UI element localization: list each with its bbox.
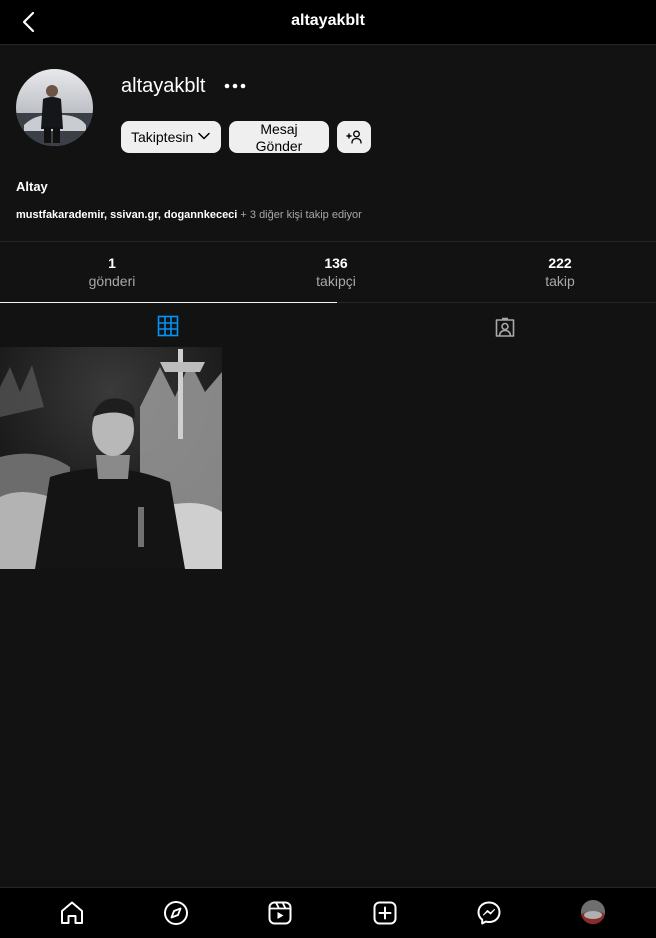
profile-avatar[interactable]: [16, 69, 93, 146]
nav-home-button[interactable]: [58, 899, 86, 927]
new-post-icon: [373, 901, 397, 925]
nav-new-post-button[interactable]: [371, 899, 399, 927]
tab-tagged[interactable]: [337, 303, 656, 347]
profile-avatar-icon: [581, 900, 605, 924]
followed-by-user[interactable]: ssivan.gr: [110, 209, 158, 221]
messenger-icon: [477, 901, 501, 925]
send-message-label-line2: Gönder: [255, 138, 303, 154]
nav-profile-avatar[interactable]: [581, 900, 605, 924]
suggest-users-button[interactable]: [337, 121, 371, 153]
post-thumbnail[interactable]: [0, 347, 222, 569]
following-button-label: Takiptesin: [131, 129, 194, 145]
bottom-nav-bar: [0, 887, 656, 938]
explore-icon: [164, 901, 188, 925]
send-message-label-line1: Mesaj: [260, 121, 298, 137]
nav-explore-button[interactable]: [162, 899, 190, 927]
stat-posts-label: gönderi: [88, 273, 136, 289]
divider: [0, 241, 656, 242]
post-photo: [0, 347, 222, 569]
send-message-button[interactable]: Mesaj Gönder: [229, 121, 329, 154]
top-bar: altayakblt: [0, 0, 656, 45]
profile-username: altayakblt: [121, 75, 206, 97]
grid-icon: [157, 315, 179, 337]
more-dots-icon: [224, 83, 246, 89]
nav-messenger-button[interactable]: [475, 899, 503, 927]
stat-followers-label: takipçi: [316, 273, 356, 289]
stat-following-value: 222: [548, 255, 572, 271]
nav-reels-button[interactable]: [266, 899, 294, 927]
following-button[interactable]: Takiptesin: [121, 121, 221, 153]
tab-posts[interactable]: [0, 303, 337, 347]
stat-posts-value: 1: [108, 255, 116, 271]
stat-following[interactable]: 222 takip: [451, 255, 656, 291]
add-user-icon: [346, 130, 362, 144]
stat-followers[interactable]: 136 takipçi: [227, 255, 445, 291]
stat-following-label: takip: [545, 273, 575, 289]
stat-posts: 1 gönderi: [3, 255, 221, 291]
reels-icon: [268, 901, 292, 925]
followed-by-user[interactable]: dogannkececi: [164, 209, 237, 221]
home-icon: [61, 901, 83, 924]
chevron-down-icon: [198, 132, 210, 140]
more-options-button[interactable]: [222, 76, 248, 96]
followed-by-user[interactable]: mustfakarademir: [16, 209, 104, 221]
profile-full-name: Altay: [16, 179, 48, 194]
tagged-icon: [495, 317, 515, 337]
followed-by-more: + 3 diğer kişi takip ediyor: [237, 209, 362, 221]
followed-by-text[interactable]: mustfakarademir, ssivan.gr, dogannkececi…: [16, 209, 362, 221]
avatar-photo: [16, 69, 93, 146]
stat-followers-value: 136: [324, 255, 348, 271]
page-title: altayakblt: [291, 12, 365, 29]
